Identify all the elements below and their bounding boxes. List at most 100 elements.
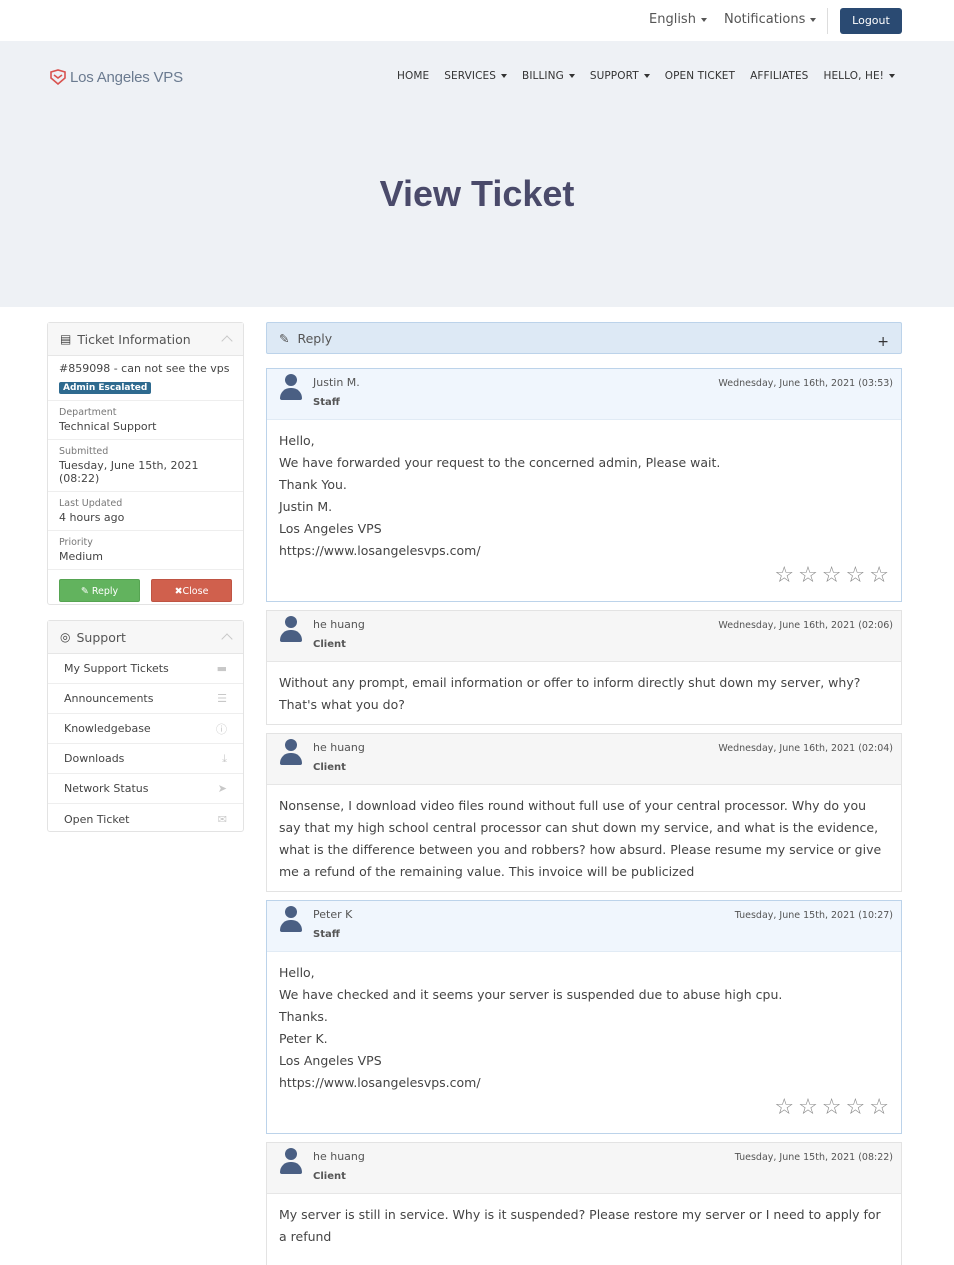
reply-button[interactable]: ✎ Reply bbox=[59, 579, 140, 602]
comments-icon: ✉ bbox=[217, 812, 227, 826]
caret-down-icon bbox=[810, 17, 817, 22]
logo-icon bbox=[50, 69, 66, 85]
nav-label: HELLO, HE! bbox=[823, 70, 884, 82]
sidebar-item-knowledgebase[interactable]: Knowledgebase ⓘ bbox=[48, 714, 243, 744]
message-line: We have forwarded your request to the co… bbox=[279, 455, 721, 470]
expand-icon[interactable]: + bbox=[877, 334, 889, 350]
star-icon[interactable]: ☆ bbox=[798, 1097, 818, 1119]
panel-title: Support bbox=[76, 629, 126, 645]
message-link[interactable]: https://www.losangelesvps.com/ bbox=[279, 540, 889, 562]
star-icon[interactable]: ☆ bbox=[774, 1097, 794, 1119]
message-author: he huang bbox=[313, 1150, 365, 1163]
sidebar-item-announcements[interactable]: Announcements ☰ bbox=[48, 684, 243, 714]
rating-stars: ☆ ☆ ☆ ☆ ☆ bbox=[774, 1097, 889, 1119]
star-icon[interactable]: ☆ bbox=[869, 565, 889, 587]
sidebar-item-label: My Support Tickets bbox=[64, 662, 169, 675]
nav-billing[interactable]: BILLING bbox=[522, 70, 575, 82]
sidebar-item-label: Open Ticket bbox=[64, 812, 130, 826]
updated-value: 4 hours ago bbox=[59, 511, 125, 524]
nav-affiliates[interactable]: AFFILIATES bbox=[750, 70, 808, 82]
panel-title: Ticket Information bbox=[77, 331, 191, 347]
ticket-actions: ✎ Reply ✖Close bbox=[48, 570, 243, 611]
nav-label: OPEN TICKET bbox=[664, 70, 736, 82]
sidebar-item-network-status[interactable]: Network Status ➤ bbox=[48, 774, 243, 804]
reply-bar-label: Reply bbox=[297, 330, 333, 346]
sidebar-item-my-support-tickets[interactable]: My Support Tickets ▬ bbox=[48, 654, 243, 684]
message-body: Nonsense, I download video files round w… bbox=[267, 785, 901, 893]
caret-down-icon bbox=[889, 74, 895, 78]
ticket-message: he huang Client Wednesday, June 16th, 20… bbox=[266, 733, 902, 892]
reply-panel-toggle[interactable]: ✎ Reply + bbox=[266, 322, 902, 354]
brand-logo[interactable]: Los Angeles VPS bbox=[49, 68, 183, 86]
ticket-info-header[interactable]: ▤ Ticket Information bbox=[48, 323, 243, 356]
divider bbox=[827, 8, 828, 34]
nav-label: SUPPORT bbox=[589, 70, 639, 82]
message-body: My server is still in service. Why is it… bbox=[267, 1194, 901, 1258]
star-icon[interactable]: ☆ bbox=[846, 565, 866, 587]
life-ring-icon: ◎ bbox=[60, 630, 71, 644]
close-button-label: Close bbox=[182, 586, 209, 597]
ticket-message: he huang Client Wednesday, June 16th, 20… bbox=[266, 610, 902, 725]
language-selector[interactable]: English bbox=[649, 12, 707, 27]
priority-row: Priority Medium bbox=[48, 531, 243, 570]
message-header: Justin M. Staff Wednesday, June 16th, 20… bbox=[267, 369, 901, 420]
brand-name: Los Angeles VPS bbox=[70, 68, 183, 86]
support-header[interactable]: ◎ Support bbox=[48, 621, 243, 654]
star-icon[interactable]: ☆ bbox=[774, 565, 794, 587]
message-line: Nonsense, I download video files round w… bbox=[279, 798, 882, 879]
rating-stars: ☆ ☆ ☆ ☆ ☆ bbox=[774, 565, 889, 587]
star-icon[interactable]: ☆ bbox=[822, 1097, 842, 1119]
notifications-dropdown[interactable]: Notifications bbox=[724, 12, 817, 27]
message-line: Los Angeles VPS bbox=[279, 1053, 382, 1068]
department-row: Department Technical Support bbox=[48, 401, 243, 440]
caret-down-icon bbox=[700, 17, 707, 22]
info-icon: ⓘ bbox=[216, 722, 227, 736]
message-link[interactable]: https://www.losangelesvps.com/ bbox=[279, 1072, 889, 1094]
message-header: he huang Client Wednesday, June 16th, 20… bbox=[267, 611, 901, 662]
star-icon[interactable]: ☆ bbox=[822, 565, 842, 587]
sidebar-item-label: Announcements bbox=[64, 692, 154, 705]
nav-home[interactable]: HOME bbox=[397, 70, 429, 82]
message-role: Client bbox=[313, 639, 346, 650]
close-ticket-button[interactable]: ✖Close bbox=[151, 579, 232, 602]
user-avatar-icon bbox=[279, 616, 303, 642]
message-role: Staff bbox=[313, 397, 340, 408]
nav-label: SERVICES bbox=[444, 70, 497, 82]
updated-label: Last Updated bbox=[59, 498, 123, 509]
message-line: Hello, bbox=[279, 965, 315, 980]
star-icon[interactable]: ☆ bbox=[846, 1097, 866, 1119]
submitted-row: Submitted Tuesday, June 15th, 2021 (08:2… bbox=[48, 440, 243, 492]
sidebar-item-downloads[interactable]: Downloads ⤓ bbox=[48, 744, 243, 774]
message-date: Tuesday, June 15th, 2021 (10:27) bbox=[734, 910, 893, 921]
top-utility-bar: English Notifications Logout bbox=[0, 0, 954, 41]
nav-account-menu[interactable]: HELLO, HE! bbox=[823, 70, 895, 82]
submitted-value: Tuesday, June 15th, 2021 (08:22) bbox=[59, 459, 199, 485]
message-role: Client bbox=[313, 1171, 346, 1182]
priority-value: Medium bbox=[59, 550, 103, 563]
nav-services[interactable]: SERVICES bbox=[444, 70, 508, 82]
department-value: Technical Support bbox=[59, 420, 157, 433]
message-header: Peter K Staff Tuesday, June 15th, 2021 (… bbox=[267, 901, 901, 952]
message-date: Wednesday, June 16th, 2021 (03:53) bbox=[718, 378, 893, 389]
close-icon: ✖ bbox=[174, 586, 183, 597]
page-title: View Ticket bbox=[379, 173, 575, 214]
message-line: Justin M. bbox=[279, 499, 333, 514]
caret-down-icon bbox=[501, 74, 508, 78]
logout-button[interactable]: Logout bbox=[840, 8, 902, 34]
chevron-up-icon[interactable] bbox=[221, 335, 233, 347]
message-body: Without any prompt, email information or… bbox=[267, 662, 901, 726]
nav-support[interactable]: SUPPORT bbox=[590, 70, 650, 82]
status-badge: Admin Escalated bbox=[59, 382, 152, 394]
star-icon[interactable]: ☆ bbox=[798, 565, 818, 587]
message-header: he huang Client Wednesday, June 16th, 20… bbox=[267, 734, 901, 785]
message-line: Thank You. bbox=[279, 477, 347, 492]
star-icon[interactable]: ☆ bbox=[869, 1097, 889, 1119]
sidebar-item-open-ticket[interactable]: Open Ticket ✉ bbox=[48, 804, 243, 834]
nav-open-ticket[interactable]: OPEN TICKET bbox=[665, 70, 735, 82]
caret-down-icon bbox=[568, 74, 575, 78]
message-date: Wednesday, June 16th, 2021 (02:04) bbox=[718, 743, 893, 754]
chevron-up-icon[interactable] bbox=[221, 633, 233, 645]
ticket-icon: ▬ bbox=[216, 662, 227, 675]
message-line: We have checked and it seems your server… bbox=[279, 987, 783, 1002]
pencil-icon: ✎ bbox=[279, 330, 290, 346]
